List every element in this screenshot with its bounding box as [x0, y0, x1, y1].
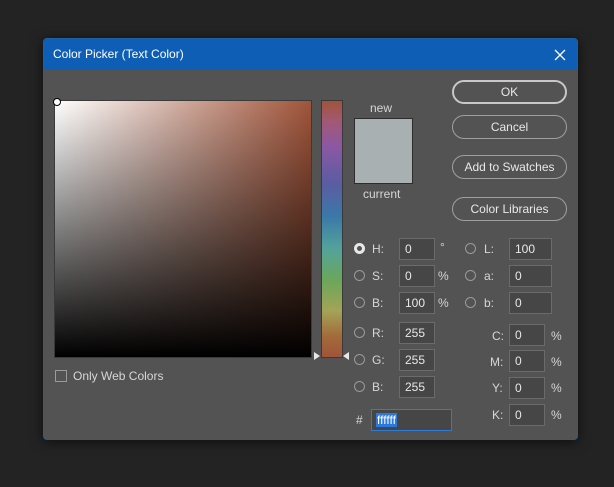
hue-slider[interactable]: [321, 100, 343, 358]
cyan-unit: %: [551, 329, 562, 343]
current-color-label: current: [363, 187, 401, 201]
lightness-input[interactable]: 100: [509, 238, 552, 260]
color-libraries-button[interactable]: Color Libraries: [452, 197, 567, 221]
color-field-cursor[interactable]: [53, 98, 61, 106]
b-lab-label: b:: [484, 296, 495, 310]
ok-button[interactable]: OK: [452, 80, 567, 104]
yellow-unit: %: [551, 381, 562, 395]
brightness-unit: %: [438, 296, 449, 310]
radio-b[interactable]: [465, 297, 476, 308]
hex-input[interactable]: ffffff: [371, 409, 452, 431]
brightness-input[interactable]: 100: [399, 292, 435, 314]
radio-red[interactable]: [354, 327, 365, 338]
radio-blue[interactable]: [354, 381, 365, 392]
blue-label: B:: [372, 380, 384, 394]
magenta-input[interactable]: 0: [509, 350, 545, 372]
b-lab-input[interactable]: 0: [509, 292, 552, 314]
red-label: R:: [372, 326, 384, 340]
black-input[interactable]: 0: [509, 404, 545, 426]
dialog-title: Color Picker (Text Color): [53, 47, 184, 61]
hue-slider-handle-left[interactable]: [314, 352, 320, 360]
only-web-colors-label: Only Web Colors: [73, 369, 164, 383]
close-button[interactable]: [543, 39, 577, 70]
black-label: K:: [492, 408, 504, 422]
radio-brightness[interactable]: [354, 297, 365, 308]
radio-hue[interactable]: [354, 243, 365, 254]
cancel-button[interactable]: Cancel: [452, 115, 567, 139]
yellow-label: Y:: [492, 381, 503, 395]
title-bar[interactable]: Color Picker (Text Color): [44, 39, 577, 70]
saturation-input[interactable]: 0: [399, 265, 435, 287]
hue-slider-handle-right[interactable]: [343, 352, 349, 360]
color-preview-swatch: [354, 118, 413, 184]
cyan-input[interactable]: 0: [509, 324, 545, 346]
cyan-label: C:: [492, 329, 504, 343]
blue-input[interactable]: 255: [399, 376, 435, 398]
hex-label: #: [356, 413, 363, 427]
color-field[interactable]: [54, 100, 312, 358]
new-color-label: new: [370, 101, 393, 115]
red-input[interactable]: 255: [399, 322, 435, 344]
color-picker-dialog: Color Picker (Text Color) new current OK…: [43, 38, 578, 440]
black-unit: %: [551, 408, 562, 422]
magenta-label: M:: [490, 355, 504, 369]
radio-green[interactable]: [354, 354, 365, 365]
saturation-unit: %: [438, 269, 449, 283]
lightness-label: L:: [484, 242, 495, 256]
yellow-input[interactable]: 0: [509, 377, 545, 399]
radio-lightness[interactable]: [465, 243, 476, 254]
radio-a[interactable]: [465, 270, 476, 281]
magenta-unit: %: [551, 355, 562, 369]
add-to-swatches-button[interactable]: Add to Swatches: [452, 155, 567, 179]
a-label: a:: [484, 269, 495, 283]
a-input[interactable]: 0: [509, 265, 552, 287]
green-input[interactable]: 255: [399, 349, 435, 371]
radio-saturation[interactable]: [354, 270, 365, 281]
hex-value: ffffff: [376, 413, 397, 427]
saturation-label: S:: [372, 269, 384, 283]
hue-input[interactable]: 0: [399, 238, 435, 260]
green-label: G:: [372, 353, 385, 367]
close-icon: [554, 49, 566, 60]
hue-label: H:: [372, 242, 384, 256]
brightness-label: B:: [372, 296, 384, 310]
only-web-colors-checkbox[interactable]: [55, 370, 67, 382]
hue-unit: °: [440, 240, 445, 254]
